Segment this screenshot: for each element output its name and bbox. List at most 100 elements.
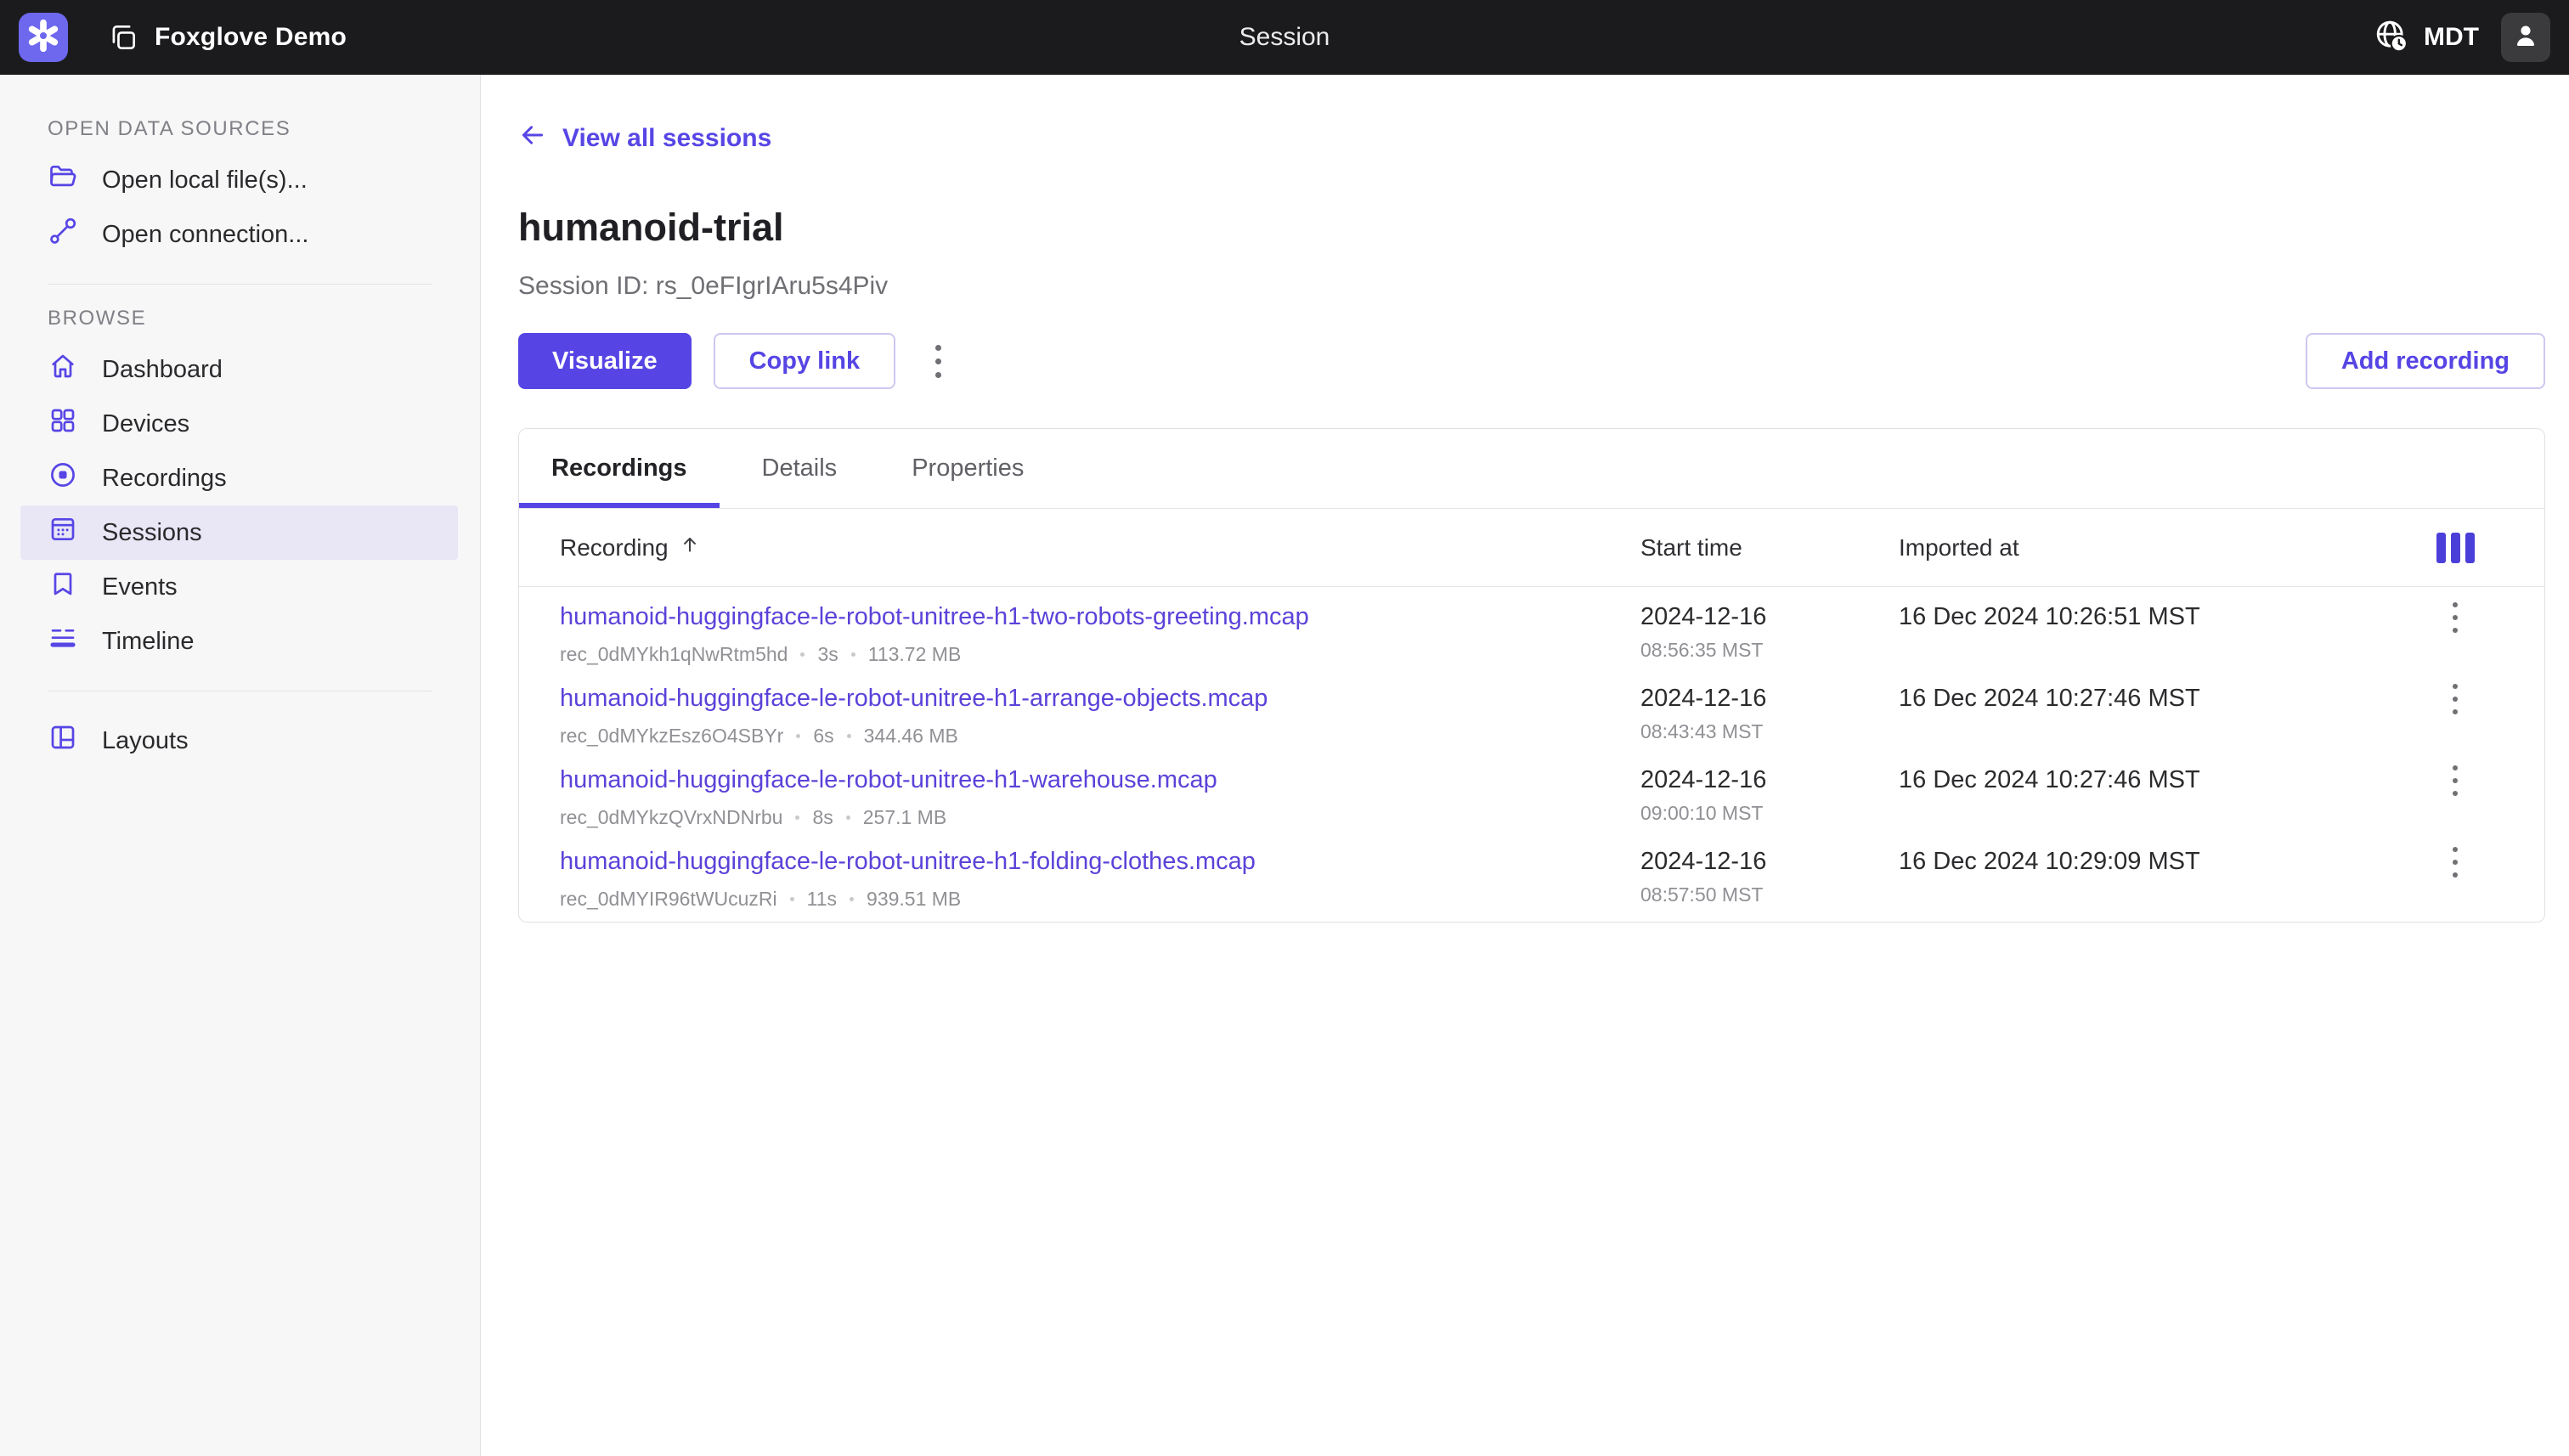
row-menu-button[interactable]: [2435, 760, 2476, 801]
sidebar-item-dashboard[interactable]: Dashboard: [20, 342, 458, 397]
sidebar-divider: [48, 284, 432, 285]
view-all-sessions-link[interactable]: View all sessions: [518, 121, 771, 156]
imported-at-cell: 16 Dec 2024 10:27:46 MST: [1899, 684, 2405, 713]
person-icon: [2510, 20, 2541, 55]
session-actions: Visualize Copy link Add recording: [518, 333, 2545, 389]
recording-id: rec_0dMYIR96tWUcuzRi: [560, 888, 777, 910]
top-bar: Foxglove Demo Session MDT: [0, 0, 2569, 75]
session-title: humanoid-trial: [518, 206, 2545, 250]
bookmark-icon: [48, 568, 78, 606]
copy-link-button[interactable]: Copy link: [714, 333, 896, 389]
sidebar-item-open-local-files[interactable]: Open local file(s)...: [20, 153, 458, 207]
sidebar-item-open-connection[interactable]: Open connection...: [20, 207, 458, 262]
sidebar-item-timeline[interactable]: Timeline: [20, 614, 458, 669]
imported-at-cell: 16 Dec 2024 10:27:46 MST: [1899, 765, 2405, 794]
dot-separator: [851, 652, 855, 657]
recording-link[interactable]: humanoid-huggingface-le-robot-unitree-h1…: [560, 847, 1256, 876]
section-label-open-data-sources: OPEN DATA SOURCES: [48, 117, 480, 141]
recording-link[interactable]: humanoid-huggingface-le-robot-unitree-h1…: [560, 602, 1309, 631]
app-name: Foxglove Demo: [155, 23, 347, 52]
session-pad-icon: [48, 514, 78, 551]
sidebar-item-label: Layouts: [102, 727, 189, 755]
recording-id: rec_0dMYkh1qNwRtm5hd: [560, 643, 788, 665]
add-recording-button[interactable]: Add recording: [2306, 333, 2545, 389]
foxglove-asterisk-icon: [26, 19, 60, 57]
recording-duration: 3s: [817, 643, 838, 665]
grid-icon: [48, 405, 78, 443]
globe-clock-icon: [2373, 17, 2410, 59]
recording-size: 344.46 MB: [864, 725, 958, 747]
imported-at-cell: 16 Dec 2024 10:26:51 MST: [1899, 602, 2405, 631]
sidebar-item-events[interactable]: Events: [20, 560, 458, 614]
dot-separator: [796, 734, 800, 738]
column-header-recording[interactable]: Recording: [560, 533, 1640, 562]
start-time-cell: 2024-12-16 08:56:35 MST: [1640, 602, 1899, 661]
recording-cell: humanoid-huggingface-le-robot-unitree-h1…: [560, 765, 1640, 828]
tab-details[interactable]: Details: [730, 429, 870, 508]
column-label: Start time: [1640, 534, 1742, 562]
sidebar-item-label: Recordings: [102, 465, 227, 493]
dot-separator: [850, 897, 854, 901]
record-circle-icon: [48, 460, 78, 497]
sidebar-item-sessions[interactable]: Sessions: [20, 505, 458, 560]
recording-cell: humanoid-huggingface-le-robot-unitree-h1…: [560, 847, 1640, 910]
tab-bar: Recordings Details Properties: [519, 429, 2544, 509]
table-row: humanoid-huggingface-le-robot-unitree-h1…: [519, 587, 2544, 669]
column-settings-button[interactable]: [2431, 528, 2480, 568]
sidebar-item-label: Open connection...: [102, 221, 308, 249]
top-bar-right: MDT: [2373, 13, 2550, 62]
account-button[interactable]: [2501, 13, 2550, 62]
sidebar: OPEN DATA SOURCES Open local file(s)... …: [0, 75, 481, 1456]
foxglove-logo[interactable]: [19, 13, 68, 62]
organization-switcher[interactable]: Foxglove Demo: [107, 21, 347, 54]
recording-meta: rec_0dMYkh1qNwRtm5hd3s113.72 MB: [560, 643, 1640, 665]
sidebar-item-layouts[interactable]: Layouts: [20, 714, 458, 768]
recording-duration: 6s: [813, 725, 833, 747]
timezone-label: MDT: [2424, 23, 2479, 52]
start-time: 08:57:50 MST: [1640, 883, 1899, 906]
visualize-button[interactable]: Visualize: [518, 333, 692, 389]
start-time-cell: 2024-12-16 09:00:10 MST: [1640, 765, 1899, 824]
main-content: View all sessions humanoid-trial Session…: [481, 75, 2569, 1456]
recording-link[interactable]: humanoid-huggingface-le-robot-unitree-h1…: [560, 684, 1268, 713]
start-date: 2024-12-16: [1640, 602, 1899, 631]
column-header-imported-at[interactable]: Imported at: [1899, 534, 2405, 562]
arrow-up-sort-icon: [679, 533, 701, 562]
dot-separator: [846, 815, 850, 820]
column-header-start-time[interactable]: Start time: [1640, 534, 1899, 562]
row-menu-button[interactable]: [2435, 842, 2476, 883]
dot-separator: [800, 652, 805, 657]
page-title: Session: [1239, 23, 1330, 52]
sidebar-item-label: Timeline: [102, 628, 195, 656]
sidebar-item-label: Devices: [102, 410, 189, 438]
sidebar-item-devices[interactable]: Devices: [20, 397, 458, 451]
recording-cell: humanoid-huggingface-le-robot-unitree-h1…: [560, 602, 1640, 665]
table-row: humanoid-huggingface-le-robot-unitree-h1…: [519, 750, 2544, 832]
start-time: 08:56:35 MST: [1640, 639, 1899, 661]
start-time: 08:43:43 MST: [1640, 720, 1899, 742]
tab-properties[interactable]: Properties: [879, 429, 1056, 508]
sidebar-item-recordings[interactable]: Recordings: [20, 451, 458, 505]
home-icon: [48, 351, 78, 388]
recording-link[interactable]: humanoid-huggingface-le-robot-unitree-h1…: [560, 765, 1217, 794]
table-row: humanoid-huggingface-le-robot-unitree-h1…: [519, 832, 2544, 913]
timezone-button[interactable]: MDT: [2373, 17, 2479, 59]
layout-panels-icon: [48, 722, 78, 759]
recording-meta: rec_0dMYkzQVrxNDNrbu8s257.1 MB: [560, 806, 1640, 828]
table-header: Recording Start time Imported at: [519, 509, 2544, 587]
start-date: 2024-12-16: [1640, 765, 1899, 794]
session-id: Session ID: rs_0eFIgrIAru5s4Piv: [518, 272, 2545, 301]
tab-recordings[interactable]: Recordings: [519, 429, 720, 508]
start-time: 09:00:10 MST: [1640, 802, 1899, 824]
start-date: 2024-12-16: [1640, 847, 1899, 876]
session-more-menu-button[interactable]: [918, 333, 958, 389]
recording-duration: 8s: [812, 806, 833, 828]
column-label: Recording: [560, 534, 669, 562]
table-row: humanoid-huggingface-le-robot-unitree-h1…: [519, 669, 2544, 750]
start-date: 2024-12-16: [1640, 684, 1899, 713]
row-menu-button[interactable]: [2435, 597, 2476, 638]
row-menu-button[interactable]: [2435, 679, 2476, 720]
imported-at-cell: 16 Dec 2024 10:29:09 MST: [1899, 847, 2405, 876]
recording-size: 257.1 MB: [863, 806, 946, 828]
column-label: Imported at: [1899, 534, 2019, 562]
